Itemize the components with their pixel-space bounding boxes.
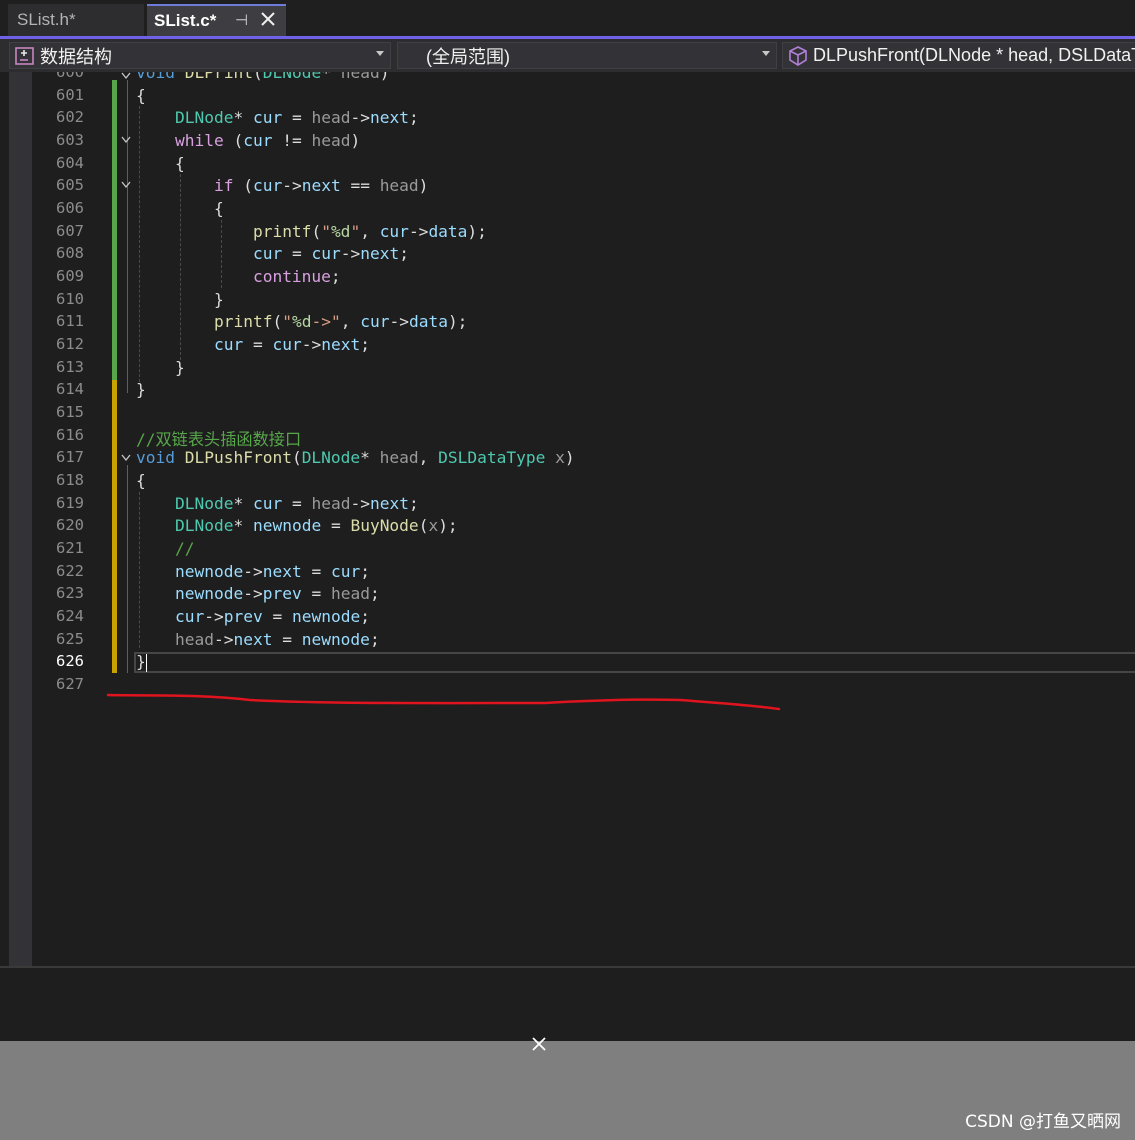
- code-editor[interactable]: 600 void DLPrint(DLNode* head) 601 { 602…: [0, 72, 1135, 966]
- scope-name: (全局范围): [426, 46, 510, 67]
- function-cube-icon: [789, 45, 807, 66]
- scope-dropdown[interactable]: (全局范围): [397, 42, 777, 69]
- member-dropdown[interactable]: DLPushFront(DLNode * head, DSLDataType x…: [782, 42, 1135, 69]
- project-dropdown[interactable]: 数据结构: [9, 42, 391, 69]
- project-name: 数据结构: [40, 46, 112, 67]
- tab-label: SList.h*: [17, 10, 76, 29]
- close-icon[interactable]: [257, 8, 279, 30]
- project-icon: [15, 46, 34, 65]
- chevron-down-icon: [376, 51, 384, 56]
- tab-label: SList.c*: [154, 11, 217, 30]
- close-icon[interactable]: [529, 1034, 549, 1054]
- chevron-down-icon: [762, 51, 770, 56]
- pin-icon[interactable]: ⊣: [235, 11, 248, 29]
- red-annotation-stroke: [106, 693, 781, 711]
- navigation-bar: 数据结构 (全局范围) DLPushFront(DLNode * head, D…: [0, 39, 1135, 72]
- tab-slist-c[interactable]: SList.c* ⊣: [147, 4, 286, 36]
- watermark-text: CSDN @打鱼又晒网: [965, 1112, 1121, 1132]
- tab-slist-h[interactable]: SList.h*: [8, 4, 144, 36]
- document-tab-strip: SList.h* SList.c* ⊣: [0, 0, 1135, 36]
- member-name: DLPushFront(DLNode * head, DSLDataType x…: [813, 45, 1135, 65]
- bottom-panel: [0, 966, 1135, 1041]
- overlay-bar: CSDN @打鱼又晒网: [0, 1037, 1135, 1140]
